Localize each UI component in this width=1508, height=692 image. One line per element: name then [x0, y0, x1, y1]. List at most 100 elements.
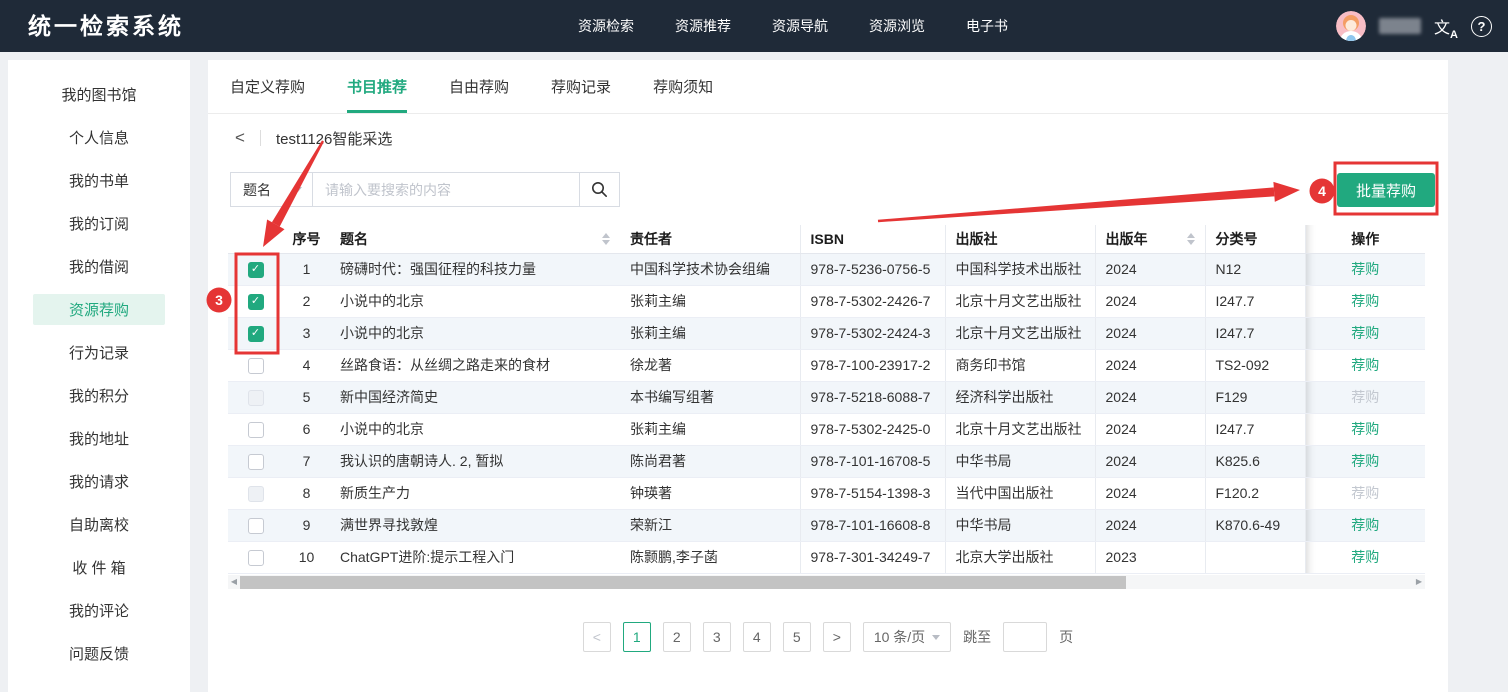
scroll-right-icon[interactable]: ▶ [1413, 575, 1425, 589]
sidebar-item-behavior-log[interactable]: 行为记录 [8, 331, 190, 374]
nav-item-resource-search[interactable]: 资源检索 [578, 16, 634, 36]
recommend-link[interactable]: 荐购 [1351, 325, 1379, 341]
row-checkbox[interactable] [248, 422, 264, 438]
chevron-down-icon [932, 635, 940, 640]
tab-free-purchase[interactable]: 自由荐购 [449, 60, 509, 113]
tab-bar: 自定义荐购 书目推荐 自由荐购 荐购记录 荐购须知 [208, 60, 1448, 114]
top-navigation: 资源检索 资源推荐 资源导航 资源浏览 电子书 [578, 0, 1008, 52]
sidebar-item-booklist[interactable]: 我的书单 [8, 159, 190, 202]
row-checkbox[interactable] [248, 358, 264, 374]
table-row: 7 我认识的唐朝诗人. 2, 暂拟 陈尚君著 978-7-101-16708-5… [228, 445, 1425, 477]
check-icon: ✓ [251, 296, 260, 307]
jump-page-input[interactable] [1003, 622, 1047, 652]
recommend-link[interactable]: 荐购 [1351, 453, 1379, 469]
page-button-2[interactable]: 2 [663, 622, 691, 652]
table-row: 10 ChatGPT进阶:提示工程入门 陈颢鹏,李子菡 978-7-301-34… [228, 541, 1425, 573]
header-checkbox [228, 225, 283, 253]
sort-icon [602, 233, 610, 245]
recommend-link[interactable]: 荐购 [1351, 549, 1379, 565]
scroll-left-icon[interactable]: ◀ [228, 575, 240, 589]
nav-item-ebook[interactable]: 电子书 [966, 16, 1008, 36]
breadcrumb: < test1126智能采选 [208, 114, 392, 162]
page-button-1[interactable]: 1 [623, 622, 651, 652]
sidebar-item-comments[interactable]: 我的评论 [8, 589, 190, 632]
header-year[interactable]: 出版年 [1095, 225, 1205, 253]
tab-custom-purchase[interactable]: 自定义荐购 [230, 60, 305, 113]
batch-purchase-button[interactable]: 批量荐购 [1337, 173, 1435, 207]
sidebar-item-subscription[interactable]: 我的订阅 [8, 202, 190, 245]
sidebar-item-borrowing[interactable]: 我的借阅 [8, 245, 190, 288]
header-title[interactable]: 题名 [330, 225, 620, 253]
pagination: < 1 2 3 4 5 > 10 条/页 跳至 页 [208, 622, 1448, 652]
sidebar-item-my-library[interactable]: 我的图书馆 [8, 73, 190, 116]
header-action: 操作 [1305, 225, 1425, 253]
sort-icon [1187, 233, 1195, 245]
avatar[interactable] [1336, 11, 1366, 41]
username-redacted [1379, 18, 1421, 34]
app-title: 统一检索系统 [28, 0, 184, 52]
row-checkbox [248, 486, 264, 502]
sidebar-item-points[interactable]: 我的积分 [8, 374, 190, 417]
page-unit-label: 页 [1059, 627, 1073, 647]
sidebar-item-requests[interactable]: 我的请求 [8, 460, 190, 503]
back-button[interactable]: < [235, 128, 245, 148]
row-checkbox[interactable]: ✓ [248, 294, 264, 310]
translate-icon[interactable]: 文A [1434, 14, 1458, 38]
tab-purchase-history[interactable]: 荐购记录 [551, 60, 611, 113]
nav-item-resource-navigate[interactable]: 资源导航 [772, 16, 828, 36]
chevron-down-icon [294, 187, 302, 192]
page-button-5[interactable]: 5 [783, 622, 811, 652]
table-row: 5 新中国经济简史 本书编写组著 978-7-5218-6088-7 经济科学出… [228, 381, 1425, 413]
tab-purchase-notice[interactable]: 荐购须知 [653, 60, 713, 113]
page-button-4[interactable]: 4 [743, 622, 771, 652]
recommend-link[interactable]: 荐购 [1351, 421, 1379, 437]
scrollbar-thumb[interactable] [240, 576, 1126, 589]
divider [260, 130, 261, 146]
search-field-select[interactable]: 题名 [231, 173, 313, 206]
nav-item-resource-recommend[interactable]: 资源推荐 [675, 16, 731, 36]
horizontal-scrollbar[interactable]: ◀ ▶ [228, 575, 1425, 589]
table-row: ✓ 3 小说中的北京 张莉主编 978-7-5302-2424-3 北京十月文艺… [228, 317, 1425, 349]
page-size-select[interactable]: 10 条/页 [863, 622, 951, 652]
check-icon: ✓ [251, 328, 260, 339]
topbar: 统一检索系统 资源检索 资源推荐 资源导航 资源浏览 电子书 文A ? [0, 0, 1508, 52]
recommend-link-disabled: 荐购 [1351, 485, 1379, 501]
header-no: 序号 [283, 225, 330, 253]
header-publisher: 出版社 [945, 225, 1095, 253]
recommend-link[interactable]: 荐购 [1351, 293, 1379, 309]
sidebar-item-feedback[interactable]: 问题反馈 [8, 632, 190, 675]
recommend-link[interactable]: 荐购 [1351, 517, 1379, 533]
recommend-link[interactable]: 荐购 [1351, 261, 1379, 277]
row-checkbox[interactable]: ✓ [248, 262, 264, 278]
help-icon[interactable]: ? [1471, 16, 1492, 37]
table-row: 8 新质生产力 钟瑛著 978-7-5154-1398-3 当代中国出版社 20… [228, 477, 1425, 509]
nav-item-resource-browse[interactable]: 资源浏览 [869, 16, 925, 36]
sidebar-item-profile[interactable]: 个人信息 [8, 116, 190, 159]
page-button-3[interactable]: 3 [703, 622, 731, 652]
header-isbn: ISBN [800, 225, 945, 253]
search-button[interactable] [579, 173, 619, 206]
tab-book-recommend[interactable]: 书目推荐 [347, 60, 407, 113]
search-input[interactable] [313, 173, 579, 206]
row-checkbox[interactable]: ✓ [248, 326, 264, 342]
prev-page-button[interactable]: < [583, 622, 611, 652]
header-class-no: 分类号 [1205, 225, 1305, 253]
sidebar-item-inbox[interactable]: 收 件 箱 [8, 546, 190, 589]
table-row: 6 小说中的北京 张莉主编 978-7-5302-2425-0 北京十月文艺出版… [228, 413, 1425, 445]
main-panel: 自定义荐购 书目推荐 自由荐购 荐购记录 荐购须知 < test1126智能采选… [208, 60, 1448, 692]
user-cluster: 文A ? [1336, 0, 1492, 52]
sidebar-item-address[interactable]: 我的地址 [8, 417, 190, 460]
page-title: test1126智能采选 [276, 128, 392, 149]
table-row: 4 丝路食语：从丝绸之路走来的食材 徐龙著 978-7-100-23917-2 … [228, 349, 1425, 381]
check-icon: ✓ [251, 264, 260, 275]
search-group: 题名 [230, 172, 620, 207]
recommend-link[interactable]: 荐购 [1351, 357, 1379, 373]
row-checkbox[interactable] [248, 454, 264, 470]
row-checkbox[interactable] [248, 550, 264, 566]
sidebar-item-resource-purchase[interactable]: 资源荐购 [8, 288, 190, 331]
sidebar-item-self-checkout[interactable]: 自助离校 [8, 503, 190, 546]
table-header-row: 序号 题名 责任者 ISBN 出版社 出版年 分类号 操作 [228, 225, 1425, 253]
row-checkbox[interactable] [248, 518, 264, 534]
search-icon [591, 181, 608, 198]
next-page-button[interactable]: > [823, 622, 851, 652]
